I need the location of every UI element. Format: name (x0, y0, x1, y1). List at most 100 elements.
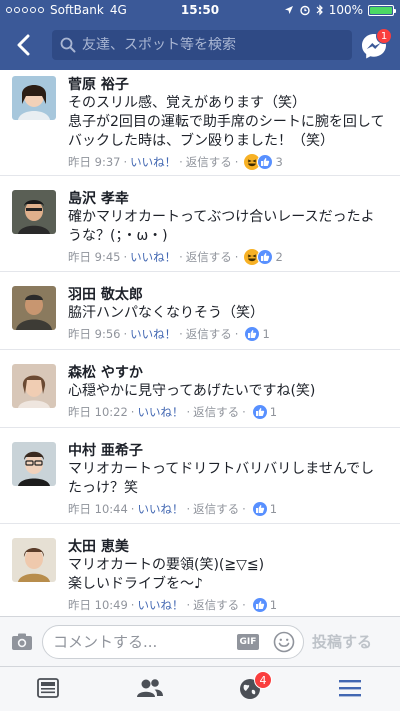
avatar[interactable] (12, 364, 56, 408)
commenter-name[interactable]: 森松 やすか (68, 364, 390, 382)
comment-line: 心穏やかに見守ってあげたいですね(笑) (68, 383, 316, 399)
comment-meta: 昨日 10:49 · いいね！ · 返信する · 1 (68, 597, 278, 613)
avatar[interactable] (12, 76, 56, 120)
comment-meta: 昨日 9:45 · いいね！ · 返信する · 2 (68, 249, 283, 265)
reaction-summary[interactable]: 1 (251, 404, 278, 420)
like-reaction-icon (251, 597, 268, 613)
comment-line: たっけ？笑 (68, 480, 138, 496)
reaction-summary[interactable]: 1 (251, 597, 278, 613)
comment-item: 羽田 敬太郎 脇汗ハンパなくなりそう（笑） 昨日 9:56 · いいね！ · 返信す… (0, 272, 400, 350)
header: 1 (0, 20, 400, 70)
comment-text: そのスリル感、覚えがあります（笑） 息子が2回目の運転で助手席のシートに腕を回し… (68, 94, 390, 151)
like-reaction-icon (257, 154, 274, 170)
comment-meta: 昨日 10:22 · いいね！ · 返信する · 1 (68, 404, 278, 420)
reaction-summary[interactable]: 2 (244, 249, 283, 265)
comment-item: 森松 やすか 心穏やかに見守ってあげたいですね(笑) 昨日 10:22 · いいね… (0, 350, 400, 428)
battery-percent: 100% (328, 3, 363, 17)
reaction-summary[interactable]: 3 (244, 154, 283, 170)
comment-meta: 昨日 9:37 · いいね！ · 返信する · 3 (68, 154, 283, 170)
like-link[interactable]: いいね！ (137, 404, 183, 420)
reaction-summary[interactable]: 1 (244, 326, 270, 342)
like-link[interactable]: いいね！ (137, 597, 183, 613)
avatar[interactable] (12, 442, 56, 486)
like-reaction-icon (251, 404, 268, 420)
back-button[interactable] (8, 30, 38, 60)
comment-time: 昨日 9:56 (68, 327, 121, 341)
comment-meta: 昨日 10:44 · いいね！ · 返信する · 1 (68, 501, 278, 517)
tab-notifications[interactable]: 4 (238, 671, 272, 701)
commenter-name[interactable]: 島沢 孝幸 (68, 190, 390, 208)
comment-body: 菅原 裕子 そのスリル感、覚えがあります（笑） 息子が2回目の運転で助手席のシー… (68, 76, 390, 170)
comment-line: そのスリル感、覚えがあります（笑） (68, 95, 306, 111)
comment-field[interactable]: GIF (42, 625, 304, 659)
comment-line: 息子が2回目の運転で助手席のシートに腕を回して (68, 114, 385, 130)
messenger-button[interactable]: 1 (360, 28, 392, 62)
comment-input[interactable] (53, 633, 233, 651)
friends-icon (137, 679, 163, 697)
tab-friends[interactable] (136, 677, 164, 701)
reply-link[interactable]: 返信する (186, 326, 232, 342)
alarm-icon (299, 5, 310, 16)
battery-icon (368, 4, 396, 16)
like-link[interactable]: いいね！ (130, 154, 176, 170)
comment-text: マリオカートの要領(笑)(≧▽≦) 楽しいドライブを〜♪ (68, 556, 390, 594)
comment-text: 心穏やかに見守ってあげたいですね(笑) (68, 382, 390, 401)
commenter-name[interactable]: 太田 恵美 (68, 538, 390, 556)
search-icon (60, 37, 76, 53)
comment-item: 島沢 孝幸 確かマリオカートってぶつけ合いレースだったよ うな？(；・ω・) 昨… (0, 176, 400, 272)
like-link[interactable]: いいね！ (130, 326, 176, 342)
avatar[interactable] (12, 286, 56, 330)
comment-item: 太田 恵美 マリオカートの要領(笑)(≧▽≦) 楽しいドライブを〜♪ 昨日 10… (0, 524, 400, 616)
reply-link[interactable]: 返信する (193, 597, 239, 613)
location-icon (284, 6, 293, 14)
tab-news-feed[interactable] (36, 677, 64, 701)
reply-link[interactable]: 返信する (193, 501, 239, 517)
comment-text: 脇汗ハンパなくなりそう（笑） (68, 304, 390, 323)
comment-body: 中村 亜希子 マリオカートってドリフトバリバリしませんでし たっけ？笑 昨日 1… (68, 442, 390, 517)
search-input[interactable] (82, 37, 342, 53)
status-bar: SoftBank 4G 15:50 100% (0, 0, 400, 20)
reply-link[interactable]: 返信する (186, 154, 232, 170)
comment-item: 菅原 裕子 そのスリル感、覚えがあります（笑） 息子が2回目の運転で助手席のシー… (0, 70, 400, 176)
like-link[interactable]: いいね！ (137, 501, 183, 517)
tab-menu[interactable] (338, 677, 366, 701)
smiley-icon (273, 631, 295, 653)
comment-meta: 昨日 9:56 · いいね！ · 返信する · 1 (68, 326, 270, 342)
comment-time: 昨日 10:49 (68, 598, 128, 612)
comment-line: 確かマリオカートってぶつけ合いレースだったよ (68, 209, 375, 225)
like-reaction-icon (244, 326, 261, 342)
reply-link[interactable]: 返信する (193, 404, 239, 420)
menu-icon (339, 680, 361, 697)
comment-line: うな？(；・ω・) (68, 228, 168, 244)
gif-button[interactable]: GIF (237, 634, 259, 650)
camera-button[interactable] (10, 630, 34, 654)
comment-body: 森松 やすか 心穏やかに見守ってあげたいですね(笑) 昨日 10:22 · いいね… (68, 364, 390, 420)
reaction-count: 1 (269, 598, 278, 612)
comment-composer: GIF 投稿する (0, 616, 400, 666)
comment-line: バックした時は、ブン殴りました！（笑） (68, 133, 334, 149)
avatar[interactable] (12, 538, 56, 582)
reply-link[interactable]: 返信する (186, 249, 232, 265)
comment-text: マリオカートってドリフトバリバリしませんでし たっけ？笑 (68, 460, 390, 498)
commenter-name[interactable]: 羽田 敬太郎 (68, 286, 390, 304)
camera-icon (12, 633, 32, 650)
comment-body: 太田 恵美 マリオカートの要領(笑)(≧▽≦) 楽しいドライブを〜♪ 昨日 10… (68, 538, 390, 613)
commenter-name[interactable]: 菅原 裕子 (68, 76, 390, 94)
like-link[interactable]: いいね！ (130, 249, 176, 265)
reaction-count: 2 (275, 250, 283, 264)
post-button[interactable]: 投稿する (312, 631, 372, 652)
messenger-badge: 1 (376, 28, 392, 44)
comment-time: 昨日 10:22 (68, 405, 128, 419)
reaction-summary[interactable]: 1 (251, 501, 277, 517)
comment-line: マリオカートってドリフトバリバリしませんでし (68, 461, 375, 477)
emoji-button[interactable] (273, 631, 295, 653)
comment-time: 昨日 9:45 (68, 250, 121, 264)
comment-list: 菅原 裕子 そのスリル感、覚えがあります（笑） 息子が2回目の運転で助手席のシー… (0, 70, 400, 616)
avatar[interactable] (12, 190, 56, 234)
commenter-name[interactable]: 中村 亜希子 (68, 442, 390, 460)
comment-text: 確かマリオカートってぶつけ合いレースだったよ うな？(；・ω・) (68, 208, 390, 246)
like-reaction-icon (251, 501, 268, 517)
search-box[interactable] (52, 30, 352, 60)
reaction-count: 1 (269, 405, 278, 419)
comment-item: 中村 亜希子 マリオカートってドリフトバリバリしませんでし たっけ？笑 昨日 1… (0, 428, 400, 524)
